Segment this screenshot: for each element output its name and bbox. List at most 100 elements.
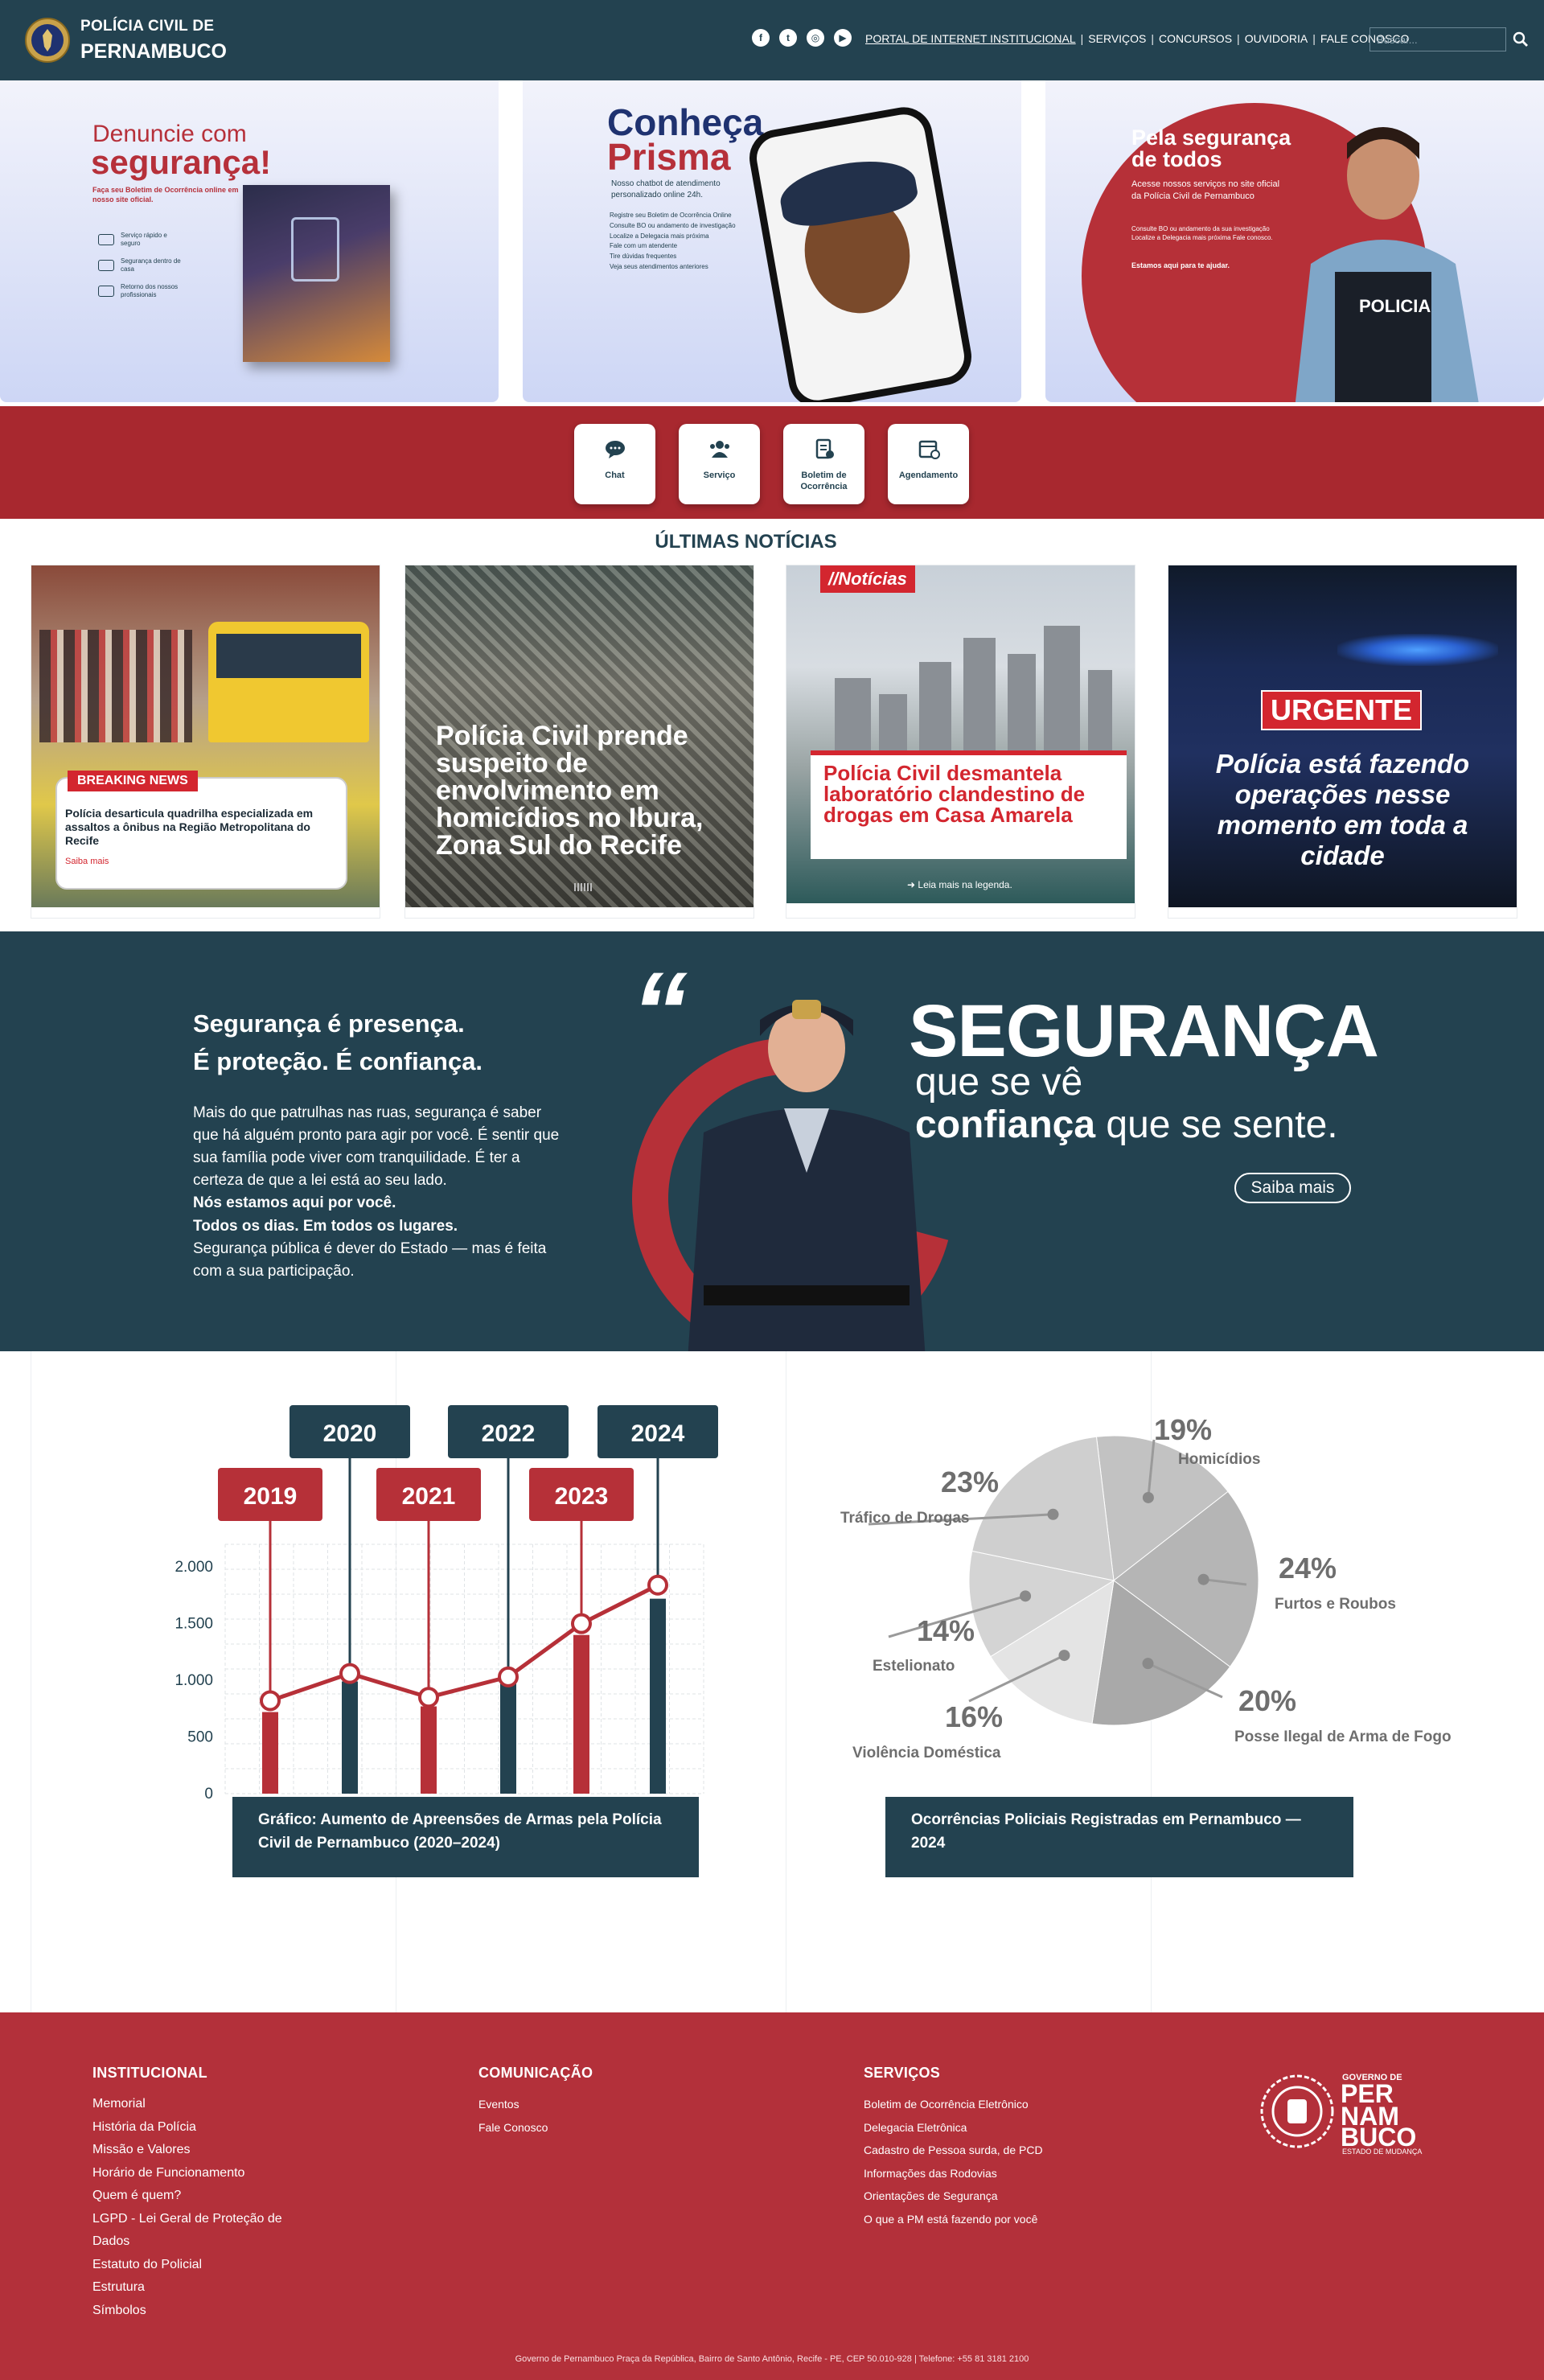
nav-portal[interactable]: PORTAL DE INTERNET INSTITUCIONAL	[860, 32, 1081, 45]
footer-comunicacao: COMUNICAÇÃO Eventos Fale Conosco	[478, 2065, 593, 2139]
slice-category-label: Furtos e Roubos	[1275, 1596, 1396, 1613]
action-agendamento[interactable]: Agendamento	[888, 424, 969, 504]
bar	[421, 1706, 437, 1794]
saiba-mais-button[interactable]: Saiba mais	[1234, 1173, 1351, 1203]
news-headline: Polícia Civil desmantela laboratório cla…	[823, 761, 1086, 827]
site-header: POLÍCIA CIVIL DE PERNAMBUCO f t ◎ ▶ PORT…	[0, 0, 1544, 80]
banner-seguranca[interactable]: Pela segurança de todos Acesse nossos se…	[1045, 80, 1544, 402]
footer-servicos: SERVIÇOS Boletim de Ocorrência Eletrônic…	[864, 2065, 1043, 2230]
leader-dot	[1058, 1650, 1070, 1662]
bus-photo	[208, 622, 369, 742]
seguranca-tagline-2: confiança que se sente.	[915, 1103, 1338, 1147]
top-nav: PORTAL DE INTERNET INSTITUCIONAL | SERVIÇ…	[860, 32, 1414, 45]
footer-link[interactable]: Eventos	[478, 2093, 593, 2116]
footer-link[interactable]: LGPD - Lei Geral de Proteção de	[92, 2208, 282, 2231]
action-boletim[interactable]: Boletim de Ocorrência	[783, 424, 864, 504]
footer-link[interactable]: O que a PM está fazendo por você	[864, 2208, 1043, 2231]
footer-link[interactable]: Cadastro de Pessoa surda, de PCD	[864, 2139, 1043, 2162]
bar	[573, 1634, 589, 1794]
search-input[interactable]	[1369, 27, 1506, 51]
news-image: //Notícias Polícia Civil desmantela labo…	[786, 565, 1135, 903]
slice-percent-label: 23%	[941, 1465, 999, 1498]
footer-link[interactable]: Horário de Funcionamento	[92, 2162, 282, 2185]
slice-category-label: Violência Doméstica	[852, 1745, 1001, 1761]
prisma-list-item: Consulte BO ou andamento de investigação	[610, 221, 736, 229]
footer-link[interactable]: Símbolos	[92, 2300, 282, 2323]
news-card[interactable]: URGENTE Polícia está fazendo operações n…	[1168, 565, 1517, 919]
data-point	[498, 1666, 519, 1687]
y-tick-label: 2.000	[175, 1559, 213, 1576]
pie-chart-caption: Ocorrências Policiais Registradas em Per…	[885, 1797, 1353, 1877]
news-image: BREAKING NEWS Polícia desarticula quadri…	[31, 565, 380, 907]
action-servico-label: Serviço	[703, 471, 736, 480]
quick-actions-strip: Chat Serviço Boletim de Ocorrência Agend…	[0, 406, 1544, 519]
footer-link[interactable]: Memorial	[92, 2093, 282, 2116]
banner-prisma-line2: Prisma	[607, 136, 731, 178]
footer-link[interactable]: Boletim de Ocorrência Eletrônico	[864, 2093, 1043, 2116]
slice-category-label: Homicídios	[1178, 1451, 1260, 1468]
twitter-icon[interactable]: t	[779, 29, 797, 47]
nav-servicos[interactable]: SERVIÇOS	[1083, 32, 1151, 45]
footer-link[interactable]: Delegacia Eletrônica	[864, 2116, 1043, 2140]
leia-mais-link[interactable]: ➜ Leia mais na legenda.	[907, 879, 1012, 890]
data-point	[647, 1574, 668, 1596]
nav-separator: |	[1237, 32, 1240, 45]
facebook-icon[interactable]: f	[752, 29, 770, 47]
footer-link[interactable]: Estrutura	[92, 2276, 282, 2300]
action-chat-label: Chat	[605, 471, 625, 480]
governo-pernambuco-logo[interactable]: GOVERNO DE PER NAM BUCO ESTADO DE MUDANÇ…	[1257, 2067, 1442, 2156]
search-icon[interactable]	[1510, 29, 1531, 50]
y-tick-label: 1.000	[175, 1672, 213, 1689]
action-chat[interactable]: Chat	[574, 424, 655, 504]
footer-address: Governo de Pernambuco Praça da República…	[515, 2354, 1029, 2364]
nav-ouvidoria[interactable]: OUVIDORIA	[1240, 32, 1313, 45]
year-label: 2022	[482, 1420, 536, 1447]
saiba-mais-link[interactable]: Saiba mais	[65, 857, 109, 866]
bar	[650, 1598, 666, 1794]
seguranca-heading: Segurança é presença. É proteção. É conf…	[193, 1005, 643, 1080]
banner-feature-label: Segurança dentro de casa	[121, 257, 181, 273]
laptop-security-photo	[243, 185, 390, 362]
slice-percent-label: 14%	[917, 1614, 975, 1647]
footer-link[interactable]: Informações das Rodovias	[864, 2162, 1043, 2185]
footer-link[interactable]: Estatuto do Policial	[92, 2254, 282, 2277]
seguranca-p1: Mais do que patrulhas nas ruas, seguranç…	[193, 1104, 560, 1190]
footer-link[interactable]: História da Polícia	[92, 2116, 282, 2140]
officer-portrait-photo	[688, 1000, 926, 1359]
seguranca-heading-line1: Segurança é presença.	[193, 1009, 465, 1038]
bar	[342, 1681, 358, 1794]
footer-comunicacao-title: COMUNICAÇÃO	[478, 2065, 593, 2081]
footer-servicos-title: SERVIÇOS	[864, 2065, 941, 2081]
action-servico[interactable]: Serviço	[679, 424, 760, 504]
instagram-icon[interactable]: ◎	[807, 29, 824, 47]
news-card[interactable]: //Notícias Polícia Civil desmantela labo…	[786, 565, 1135, 919]
leader-dot	[1142, 1491, 1154, 1503]
footer-link[interactable]: Dados	[92, 2230, 282, 2254]
action-agendamento-label: Agendamento	[898, 471, 959, 480]
banner-prisma-sub: Nosso chatbot de atendimento personaliza…	[611, 179, 721, 199]
site-title[interactable]: POLÍCIA CIVIL DE PERNAMBUCO	[80, 18, 227, 64]
footer-link[interactable]: Missão e Valores	[92, 2139, 282, 2162]
banner-seguranca-sub3: Estamos aqui para te ajudar.	[1131, 261, 1230, 269]
social-links: f t ◎ ▶	[752, 29, 852, 47]
banner-prisma[interactable]: Conheça Prisma Nosso chatbot de atendime…	[523, 80, 1021, 402]
footer-link[interactable]: Orientações de Segurança	[864, 2185, 1043, 2208]
youtube-icon[interactable]: ▶	[834, 29, 852, 47]
police-badge-logo[interactable]	[24, 11, 71, 69]
noticias-tag: //Notícias	[820, 565, 915, 593]
nav-separator: |	[1151, 32, 1155, 45]
news-image: URGENTE Polícia está fazendo operações n…	[1168, 565, 1517, 907]
news-card[interactable]: Polícia Civil prende suspeito de envolvi…	[404, 565, 754, 919]
nav-concursos[interactable]: CONCURSOS	[1154, 32, 1237, 45]
banner-prisma-list: Registre seu Boletim de Ocorrência Onlin…	[610, 211, 736, 273]
footer-link[interactable]: Quem é quem?	[92, 2185, 282, 2208]
banner-denuncie[interactable]: Denuncie com segurança! Faça seu Boletim…	[0, 80, 499, 402]
prisma-list-item: Veja seus atendimentos anteriores	[610, 262, 708, 270]
news-card[interactable]: BREAKING NEWS Polícia desarticula quadri…	[31, 565, 380, 919]
news-section-title: ÚLTIMAS NOTÍCIAS	[655, 531, 837, 553]
officer-photo: POLICIA	[1295, 127, 1479, 402]
people-icon	[709, 441, 729, 458]
action-boletim-label: Boletim de Ocorrência	[800, 471, 848, 492]
footer-link[interactable]: Fale Conosco	[478, 2116, 593, 2140]
slice-category-label: Posse Ilegal de Arma de Fogo	[1234, 1728, 1452, 1745]
